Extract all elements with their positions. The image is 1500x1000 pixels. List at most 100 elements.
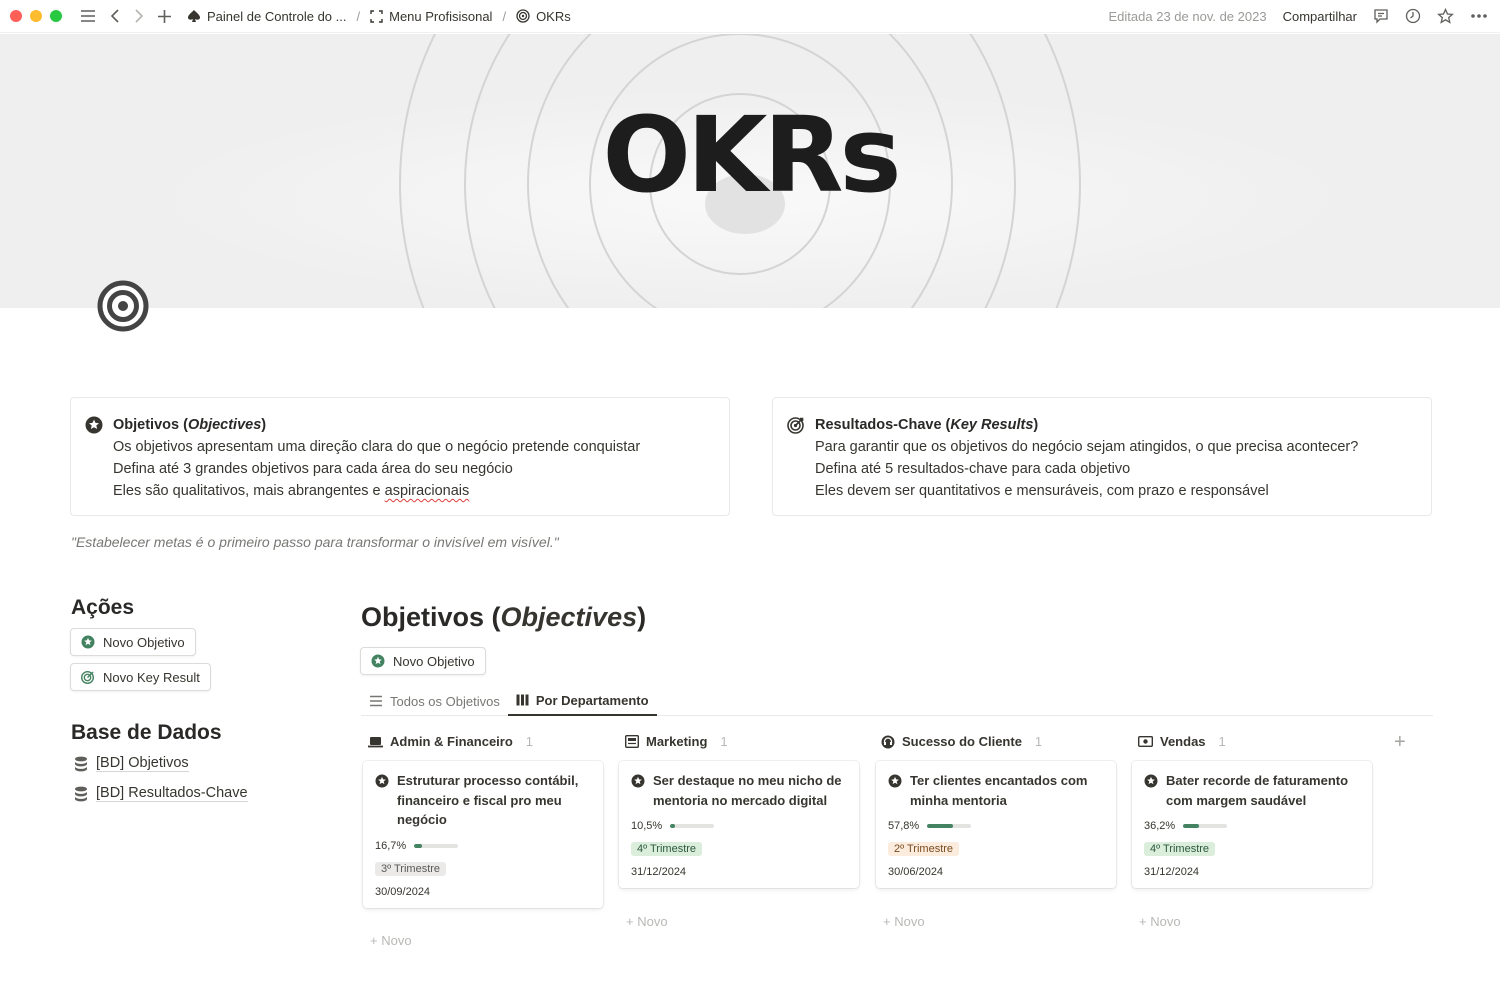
- new-card-button[interactable]: + Novo: [1139, 914, 1181, 929]
- breadcrumb-label: Painel de Controle do ...: [207, 8, 347, 24]
- progress-label: 36,2%: [1144, 820, 1176, 832]
- new-objective-button[interactable]: Novo Objetivo: [360, 647, 486, 675]
- key-results-callout-text: Resultados-Chave (Key Results) Para gara…: [815, 414, 1358, 499]
- title-italic: Objectives: [500, 602, 638, 632]
- column-count: 1: [525, 734, 534, 749]
- board-column-customer-success[interactable]: Sucesso do Cliente 1: [881, 734, 1042, 749]
- star-icon[interactable]: [1437, 7, 1454, 25]
- star-badge-icon: [631, 774, 645, 788]
- database-link-objectives[interactable]: [BD] Objetivos: [74, 755, 189, 772]
- new-card-button[interactable]: + Novo: [626, 914, 668, 929]
- objectives-callout: Objetivos (Objectives) Os objetivos apre…: [70, 397, 730, 516]
- databases-heading: Base de Dados: [71, 721, 222, 744]
- board-columns-icon: [516, 694, 529, 706]
- quote-text: "Estabelecer metas é o primeiro passo pa…: [71, 534, 559, 550]
- page-target-icon[interactable]: [96, 279, 150, 333]
- callout-line: Eles são qualitativos, mais abrangentes …: [113, 480, 640, 502]
- objectives-callout-text: Objetivos (Objectives) Os objetivos apre…: [113, 414, 640, 499]
- topbar-actions: Editada 23 de nov. de 2023 Compartilhar: [1109, 7, 1488, 25]
- breadcrumb-item-menu[interactable]: Menu Profisisonal: [366, 9, 496, 24]
- breadcrumb-label: OKRs: [536, 8, 571, 24]
- callout-line: Defina até 3 grandes objetivos para cada…: [113, 461, 513, 477]
- card-title: Bater recorde de faturamento com margem …: [1144, 771, 1362, 810]
- database-icon: [75, 756, 87, 771]
- objective-card-customer-success[interactable]: Ter clientes encantados com minha mentor…: [876, 761, 1116, 888]
- cover-title: OKRs: [602, 94, 902, 216]
- minimize-window-button[interactable]: [30, 10, 42, 22]
- board-column-sales[interactable]: Vendas 1: [1138, 734, 1226, 749]
- progress-bar: [1183, 824, 1228, 828]
- new-card-label: Novo: [1150, 914, 1181, 929]
- progress: 16,7%: [375, 840, 593, 852]
- sidebar-menu-icon[interactable]: [80, 9, 96, 23]
- progress: 10,5%: [631, 820, 849, 832]
- card-title-text: Ter clientes encantados com minha mentor…: [910, 773, 1088, 808]
- title-part: Objetivos (: [361, 602, 501, 632]
- due-date: 30/06/2024: [888, 866, 944, 878]
- button-label: Novo Key Result: [103, 669, 200, 685]
- list-icon: [370, 695, 382, 707]
- target-arrow-icon: [787, 417, 804, 434]
- card-title-text: Ser destaque no meu nicho de mentoria no…: [653, 773, 842, 808]
- spellcheck-word: aspiracionais: [384, 483, 470, 499]
- column-count: 1: [1218, 734, 1226, 749]
- star-badge-icon: [888, 774, 902, 788]
- forward-arrow-icon[interactable]: [134, 9, 144, 23]
- new-card-button[interactable]: + Novo: [883, 914, 925, 929]
- share-button[interactable]: Compartilhar: [1283, 9, 1357, 24]
- new-key-result-button[interactable]: Novo Key Result: [70, 663, 211, 691]
- new-card-button[interactable]: + Novo: [370, 933, 412, 948]
- due-date: 31/12/2024: [631, 866, 687, 878]
- database-link-label: [BD] Objetivos: [96, 755, 189, 772]
- card-title-text: Bater recorde de faturamento com margem …: [1166, 773, 1349, 808]
- new-card-label: Novo: [381, 933, 412, 948]
- callout-title: Objetivos (Objectives): [113, 414, 640, 436]
- breadcrumb-item-okrs[interactable]: OKRs: [512, 9, 575, 24]
- due-date: 31/12/2024: [1144, 866, 1200, 878]
- target-icon: [516, 9, 530, 23]
- comment-icon[interactable]: [1373, 8, 1389, 24]
- tab-all-objectives[interactable]: Todos os Objetivos: [361, 686, 508, 716]
- maximize-window-button[interactable]: [50, 10, 62, 22]
- new-card-label: Novo: [637, 914, 668, 929]
- new-card-label: Novo: [894, 914, 925, 929]
- title-part: Resultados-Chave (: [815, 417, 951, 433]
- tab-label: Por Departamento: [535, 692, 649, 708]
- quarter-tag: 2º Trimestre: [888, 842, 960, 856]
- cover-image: OKRs: [0, 34, 1500, 308]
- tab-by-department[interactable]: Por Departamento: [507, 686, 657, 716]
- more-options-icon[interactable]: [1470, 13, 1488, 19]
- breadcrumb-item-dashboard[interactable]: Painel de Controle do ...: [183, 9, 350, 24]
- objective-card-admin[interactable]: Estruturar processo contábil, financeiro…: [363, 761, 603, 908]
- objective-card-sales[interactable]: Bater recorde de faturamento com margem …: [1132, 761, 1372, 888]
- star-badge-icon: [81, 635, 95, 649]
- progress-bar-fill: [1183, 824, 1200, 828]
- target-arrow-icon: [81, 671, 94, 684]
- title-part: ): [261, 417, 267, 433]
- new-page-plus-icon[interactable]: [158, 9, 171, 23]
- title-italic: Objectives: [187, 417, 262, 433]
- actions-heading: Ações: [71, 596, 135, 619]
- quarter-tag: 4º Trimestre: [1144, 842, 1216, 856]
- column-title: Vendas: [1160, 734, 1206, 749]
- database-link-key-results[interactable]: [BD] Resultados-Chave: [74, 785, 248, 802]
- close-window-button[interactable]: [10, 10, 22, 22]
- add-group-plus-icon[interactable]: +: [1394, 731, 1406, 754]
- board-column-marketing[interactable]: Marketing 1: [625, 734, 728, 749]
- board-column-admin-financeiro[interactable]: Admin & Financeiro 1: [368, 734, 533, 749]
- progress-bar-fill: [670, 824, 675, 828]
- callout-line: Os objetivos apresentam uma direção clar…: [113, 439, 641, 455]
- callout-line: Eles devem ser quantitativos e mensuráve…: [815, 483, 1269, 499]
- new-objective-button-sidebar[interactable]: Novo Objetivo: [70, 628, 196, 656]
- window-controls: [10, 10, 62, 22]
- button-label: Novo Objetivo: [393, 653, 475, 669]
- title-part: ): [637, 602, 647, 632]
- clock-history-icon[interactable]: [1405, 8, 1421, 24]
- star-badge-icon: [371, 654, 385, 668]
- column-title: Sucesso do Cliente: [902, 734, 1022, 749]
- objective-card-marketing[interactable]: Ser destaque no meu nicho de mentoria no…: [619, 761, 859, 888]
- back-arrow-icon[interactable]: [110, 9, 120, 23]
- progress-bar-fill: [414, 843, 422, 848]
- key-results-callout: Resultados-Chave (Key Results) Para gara…: [772, 397, 1432, 516]
- progress-bar: [927, 824, 972, 828]
